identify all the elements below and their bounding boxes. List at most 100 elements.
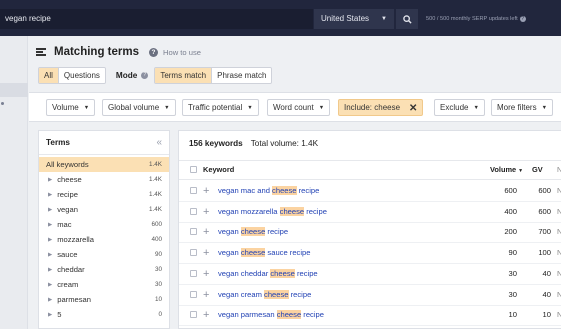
title-row: Matching terms ? How to use: [36, 45, 201, 59]
info-icon[interactable]: ?: [519, 15, 526, 22]
terms-item-vegan[interactable]: ▶ vegan 1.4K: [39, 202, 169, 217]
add-to-list-icon[interactable]: +: [203, 285, 209, 305]
hamburger-menu-icon[interactable]: [36, 48, 46, 56]
terms-item-cream[interactable]: ▶ cream 30: [39, 277, 169, 292]
volume-cell: 90: [508, 248, 517, 258]
search-button[interactable]: [396, 9, 418, 29]
expand-arrow-icon[interactable]: ▶: [48, 207, 52, 213]
add-to-list-icon[interactable]: +: [203, 202, 209, 222]
row-checkbox[interactable]: [190, 207, 197, 215]
terms-item-sauce[interactable]: ▶ sauce 90: [39, 247, 169, 262]
keyword-link[interactable]: vegan cheese recipe: [218, 222, 288, 242]
term-label: recipe: [57, 190, 78, 199]
terms-item-parmesan[interactable]: ▶ parmesan 10: [39, 292, 169, 307]
keyword-link[interactable]: vegan cream cheese recipe: [218, 285, 311, 305]
exclude-filter-label: Exclude: [440, 103, 469, 112]
term-label: 5: [57, 310, 62, 319]
left-sidebar-strip: [0, 36, 28, 329]
keyword-highlight: cheese: [276, 310, 302, 320]
add-to-list-icon[interactable]: +: [203, 264, 209, 284]
column-volume[interactable]: Volume ▼: [490, 161, 523, 180]
terms-item-cheese[interactable]: ▶ cheese 1.4K: [39, 172, 169, 187]
keyword-link[interactable]: vegan cheese sauce recipe: [218, 243, 310, 263]
exclude-filter[interactable]: Exclude ▼: [434, 99, 485, 116]
sidebar-bullet-icon: [1, 102, 4, 105]
select-all-checkbox[interactable]: [190, 166, 197, 173]
extra-cell: N: [557, 181, 561, 201]
close-icon[interactable]: ✕: [409, 103, 417, 114]
serp-quota-text: 500 / 500 monthly SERP updates left: [426, 16, 518, 22]
expand-arrow-icon[interactable]: ▶: [48, 312, 52, 318]
volume-cell: 400: [504, 206, 517, 216]
how-to-use-link[interactable]: How to use: [163, 48, 201, 57]
terms-header: Terms «: [39, 131, 169, 155]
include-filter[interactable]: Include: cheese ✕: [338, 99, 424, 116]
terms-item-recipe[interactable]: ▶ recipe 1.4K: [39, 187, 169, 202]
tab-phrase-match[interactable]: Phrase match: [211, 68, 272, 83]
gv-cell: 700: [538, 227, 551, 237]
column-keyword[interactable]: Keyword: [203, 161, 234, 179]
volume-cell: 200: [504, 227, 517, 237]
country-select[interactable]: United States ▼: [314, 9, 394, 29]
terms-item-cheddar[interactable]: ▶ cheddar 30: [39, 262, 169, 277]
mode-info-icon[interactable]: ?: [141, 72, 149, 79]
gv-cell: 600: [538, 186, 551, 195]
tab-terms-match[interactable]: Terms match: [155, 68, 212, 83]
keyword-link[interactable]: vegan mac and cheese recipe: [218, 181, 319, 201]
terms-item-mozzarella[interactable]: ▶ mozzarella 400: [39, 232, 169, 247]
row-checkbox[interactable]: [190, 187, 197, 194]
term-count: 1.4K: [149, 206, 162, 213]
keywords-table-panel: 156 keywords Total volume: 1.4K Keyword V…: [178, 130, 561, 329]
terms-item-5[interactable]: ▶ 5 0: [39, 307, 169, 322]
row-checkbox[interactable]: [190, 249, 197, 257]
terms-item-mac[interactable]: ▶ mac 600: [39, 217, 169, 232]
filter-bar: Volume ▼ Global volume ▼ Traffic potential…: [29, 92, 561, 122]
column-gv[interactable]: GV: [532, 161, 543, 179]
add-to-list-icon[interactable]: +: [203, 243, 209, 263]
sidebar-selected-item[interactable]: [0, 83, 28, 97]
expand-arrow-icon[interactable]: ▶: [48, 267, 52, 273]
add-to-list-icon[interactable]: +: [203, 305, 209, 325]
expand-arrow-icon[interactable]: ▶: [48, 282, 52, 288]
table-row: + vegan mozzarella cheese recipe 400 600 N: [179, 202, 561, 223]
keyword-link[interactable]: vegan cheddar cheese recipe: [218, 264, 318, 284]
volume-cell: 30: [508, 268, 517, 278]
row-checkbox[interactable]: [190, 269, 197, 277]
tab-questions[interactable]: Questions: [57, 68, 105, 83]
tab-all[interactable]: All: [39, 68, 58, 83]
help-icon[interactable]: ?: [149, 47, 158, 57]
expand-arrow-icon[interactable]: ▶: [48, 297, 52, 303]
caret-down-icon: ▼: [83, 105, 90, 111]
row-checkbox[interactable]: [190, 290, 197, 298]
volume-filter[interactable]: Volume ▼: [46, 99, 96, 116]
keyword-highlight: cheese: [270, 268, 295, 278]
expand-arrow-icon[interactable]: ▶: [48, 222, 52, 228]
column-extra[interactable]: N: [557, 161, 561, 179]
more-filters-button[interactable]: More filters ▼: [491, 99, 554, 116]
table-row: + vegan mac and cheese recipe 600 600 N: [179, 181, 561, 202]
terms-item-all-keywords[interactable]: All keywords 1.4K: [39, 157, 169, 172]
gv-cell: 600: [538, 206, 551, 216]
term-label: sauce: [57, 250, 78, 259]
more-filters-label: More filters: [497, 103, 537, 112]
expand-arrow-icon[interactable]: ▶: [48, 192, 52, 198]
traffic-potential-filter[interactable]: Traffic potential ▼: [182, 99, 259, 116]
keyword-highlight: cheese: [279, 206, 305, 216]
add-to-list-icon[interactable]: +: [203, 222, 209, 242]
global-volume-filter[interactable]: Global volume ▼: [102, 99, 176, 116]
global-volume-filter-label: Global volume: [108, 103, 160, 112]
row-checkbox[interactable]: [190, 228, 197, 236]
term-label: All keywords: [46, 160, 89, 169]
word-count-filter[interactable]: Word count ▼: [267, 99, 331, 116]
expand-arrow-icon[interactable]: ▶: [48, 237, 52, 243]
keyword-link[interactable]: vegan mozzarella cheese recipe: [218, 202, 327, 222]
term-label: cheddar: [57, 265, 85, 274]
collapse-panel-icon[interactable]: «: [156, 137, 162, 148]
expand-arrow-icon[interactable]: ▶: [48, 252, 52, 258]
row-checkbox[interactable]: [190, 311, 197, 319]
search-input[interactable]: vegan recipe: [0, 9, 313, 29]
add-to-list-icon[interactable]: +: [203, 181, 209, 201]
expand-arrow-icon[interactable]: ▶: [48, 177, 52, 183]
keyword-link[interactable]: vegan parmesan cheese recipe: [218, 305, 324, 325]
caret-down-icon: ▼: [381, 16, 387, 22]
